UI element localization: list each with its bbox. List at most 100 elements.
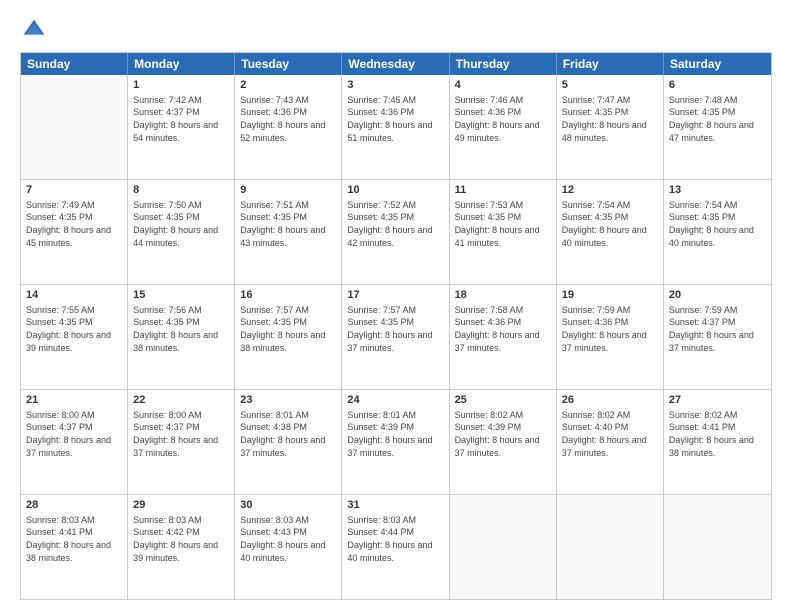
day-number: 26 (562, 393, 658, 408)
day-number: 2 (240, 78, 336, 93)
logo-icon (20, 16, 48, 44)
empty-cell (557, 495, 664, 599)
day-info: Sunrise: 8:00 AM Sunset: 4:37 PM Dayligh… (26, 409, 122, 459)
day-info: Sunrise: 8:02 AM Sunset: 4:39 PM Dayligh… (455, 409, 551, 459)
day-info: Sunrise: 7:45 AM Sunset: 4:36 PM Dayligh… (347, 94, 443, 144)
day-cell-19: 19Sunrise: 7:59 AM Sunset: 4:36 PM Dayli… (557, 285, 664, 389)
day-cell-11: 11Sunrise: 7:53 AM Sunset: 4:35 PM Dayli… (450, 180, 557, 284)
day-cell-14: 14Sunrise: 7:55 AM Sunset: 4:35 PM Dayli… (21, 285, 128, 389)
day-info: Sunrise: 7:59 AM Sunset: 4:36 PM Dayligh… (562, 304, 658, 354)
week-row-2: 7Sunrise: 7:49 AM Sunset: 4:35 PM Daylig… (21, 180, 771, 285)
day-cell-26: 26Sunrise: 8:02 AM Sunset: 4:40 PM Dayli… (557, 390, 664, 494)
day-info: Sunrise: 8:03 AM Sunset: 4:41 PM Dayligh… (26, 514, 122, 564)
day-number: 28 (26, 498, 122, 513)
day-cell-20: 20Sunrise: 7:59 AM Sunset: 4:37 PM Dayli… (664, 285, 771, 389)
day-info: Sunrise: 7:58 AM Sunset: 4:36 PM Dayligh… (455, 304, 551, 354)
day-number: 27 (669, 393, 766, 408)
day-number: 6 (669, 78, 766, 93)
day-cell-24: 24Sunrise: 8:01 AM Sunset: 4:39 PM Dayli… (342, 390, 449, 494)
day-number: 21 (26, 393, 122, 408)
day-number: 8 (133, 183, 229, 198)
calendar-body: 1Sunrise: 7:42 AM Sunset: 4:37 PM Daylig… (21, 75, 771, 599)
day-number: 29 (133, 498, 229, 513)
day-cell-5: 5Sunrise: 7:47 AM Sunset: 4:35 PM Daylig… (557, 75, 664, 179)
day-info: Sunrise: 8:03 AM Sunset: 4:42 PM Dayligh… (133, 514, 229, 564)
calendar: SundayMondayTuesdayWednesdayThursdayFrid… (20, 52, 772, 600)
day-cell-30: 30Sunrise: 8:03 AM Sunset: 4:43 PM Dayli… (235, 495, 342, 599)
day-header-saturday: Saturday (664, 53, 771, 75)
page: SundayMondayTuesdayWednesdayThursdayFrid… (0, 0, 792, 612)
day-cell-2: 2Sunrise: 7:43 AM Sunset: 4:36 PM Daylig… (235, 75, 342, 179)
day-cell-7: 7Sunrise: 7:49 AM Sunset: 4:35 PM Daylig… (21, 180, 128, 284)
day-info: Sunrise: 8:03 AM Sunset: 4:43 PM Dayligh… (240, 514, 336, 564)
day-info: Sunrise: 7:50 AM Sunset: 4:35 PM Dayligh… (133, 199, 229, 249)
day-number: 1 (133, 78, 229, 93)
day-cell-28: 28Sunrise: 8:03 AM Sunset: 4:41 PM Dayli… (21, 495, 128, 599)
day-info: Sunrise: 7:57 AM Sunset: 4:35 PM Dayligh… (347, 304, 443, 354)
day-number: 13 (669, 183, 766, 198)
day-header-thursday: Thursday (450, 53, 557, 75)
day-cell-3: 3Sunrise: 7:45 AM Sunset: 4:36 PM Daylig… (342, 75, 449, 179)
day-cell-18: 18Sunrise: 7:58 AM Sunset: 4:36 PM Dayli… (450, 285, 557, 389)
day-number: 22 (133, 393, 229, 408)
day-number: 11 (455, 183, 551, 198)
day-cell-21: 21Sunrise: 8:00 AM Sunset: 4:37 PM Dayli… (21, 390, 128, 494)
day-number: 3 (347, 78, 443, 93)
day-info: Sunrise: 8:02 AM Sunset: 4:41 PM Dayligh… (669, 409, 766, 459)
day-info: Sunrise: 8:00 AM Sunset: 4:37 PM Dayligh… (133, 409, 229, 459)
day-number: 30 (240, 498, 336, 513)
day-cell-31: 31Sunrise: 8:03 AM Sunset: 4:44 PM Dayli… (342, 495, 449, 599)
empty-cell (664, 495, 771, 599)
day-info: Sunrise: 7:46 AM Sunset: 4:36 PM Dayligh… (455, 94, 551, 144)
day-number: 24 (347, 393, 443, 408)
day-info: Sunrise: 8:01 AM Sunset: 4:39 PM Dayligh… (347, 409, 443, 459)
day-info: Sunrise: 7:51 AM Sunset: 4:35 PM Dayligh… (240, 199, 336, 249)
day-info: Sunrise: 8:01 AM Sunset: 4:38 PM Dayligh… (240, 409, 336, 459)
day-cell-8: 8Sunrise: 7:50 AM Sunset: 4:35 PM Daylig… (128, 180, 235, 284)
day-header-tuesday: Tuesday (235, 53, 342, 75)
day-info: Sunrise: 7:53 AM Sunset: 4:35 PM Dayligh… (455, 199, 551, 249)
day-header-friday: Friday (557, 53, 664, 75)
day-info: Sunrise: 7:42 AM Sunset: 4:37 PM Dayligh… (133, 94, 229, 144)
day-number: 14 (26, 288, 122, 303)
day-cell-15: 15Sunrise: 7:56 AM Sunset: 4:35 PM Dayli… (128, 285, 235, 389)
day-header-sunday: Sunday (21, 53, 128, 75)
day-info: Sunrise: 7:43 AM Sunset: 4:36 PM Dayligh… (240, 94, 336, 144)
day-cell-4: 4Sunrise: 7:46 AM Sunset: 4:36 PM Daylig… (450, 75, 557, 179)
week-row-3: 14Sunrise: 7:55 AM Sunset: 4:35 PM Dayli… (21, 285, 771, 390)
day-cell-29: 29Sunrise: 8:03 AM Sunset: 4:42 PM Dayli… (128, 495, 235, 599)
empty-cell (21, 75, 128, 179)
calendar-header: SundayMondayTuesdayWednesdayThursdayFrid… (21, 53, 771, 75)
day-info: Sunrise: 7:55 AM Sunset: 4:35 PM Dayligh… (26, 304, 122, 354)
day-cell-27: 27Sunrise: 8:02 AM Sunset: 4:41 PM Dayli… (664, 390, 771, 494)
day-info: Sunrise: 7:57 AM Sunset: 4:35 PM Dayligh… (240, 304, 336, 354)
day-cell-25: 25Sunrise: 8:02 AM Sunset: 4:39 PM Dayli… (450, 390, 557, 494)
day-number: 25 (455, 393, 551, 408)
day-info: Sunrise: 7:47 AM Sunset: 4:35 PM Dayligh… (562, 94, 658, 144)
day-info: Sunrise: 7:54 AM Sunset: 4:35 PM Dayligh… (562, 199, 658, 249)
day-cell-1: 1Sunrise: 7:42 AM Sunset: 4:37 PM Daylig… (128, 75, 235, 179)
day-number: 5 (562, 78, 658, 93)
day-info: Sunrise: 7:54 AM Sunset: 4:35 PM Dayligh… (669, 199, 766, 249)
day-info: Sunrise: 7:49 AM Sunset: 4:35 PM Dayligh… (26, 199, 122, 249)
day-info: Sunrise: 7:52 AM Sunset: 4:35 PM Dayligh… (347, 199, 443, 249)
day-number: 12 (562, 183, 658, 198)
empty-cell (450, 495, 557, 599)
logo (20, 16, 52, 44)
day-number: 18 (455, 288, 551, 303)
day-number: 15 (133, 288, 229, 303)
day-info: Sunrise: 7:48 AM Sunset: 4:35 PM Dayligh… (669, 94, 766, 144)
day-info: Sunrise: 8:02 AM Sunset: 4:40 PM Dayligh… (562, 409, 658, 459)
day-number: 31 (347, 498, 443, 513)
day-info: Sunrise: 7:56 AM Sunset: 4:35 PM Dayligh… (133, 304, 229, 354)
day-cell-9: 9Sunrise: 7:51 AM Sunset: 4:35 PM Daylig… (235, 180, 342, 284)
day-number: 16 (240, 288, 336, 303)
day-number: 4 (455, 78, 551, 93)
day-cell-12: 12Sunrise: 7:54 AM Sunset: 4:35 PM Dayli… (557, 180, 664, 284)
day-number: 17 (347, 288, 443, 303)
day-info: Sunrise: 7:59 AM Sunset: 4:37 PM Dayligh… (669, 304, 766, 354)
header (20, 16, 772, 44)
week-row-5: 28Sunrise: 8:03 AM Sunset: 4:41 PM Dayli… (21, 495, 771, 599)
week-row-1: 1Sunrise: 7:42 AM Sunset: 4:37 PM Daylig… (21, 75, 771, 180)
week-row-4: 21Sunrise: 8:00 AM Sunset: 4:37 PM Dayli… (21, 390, 771, 495)
